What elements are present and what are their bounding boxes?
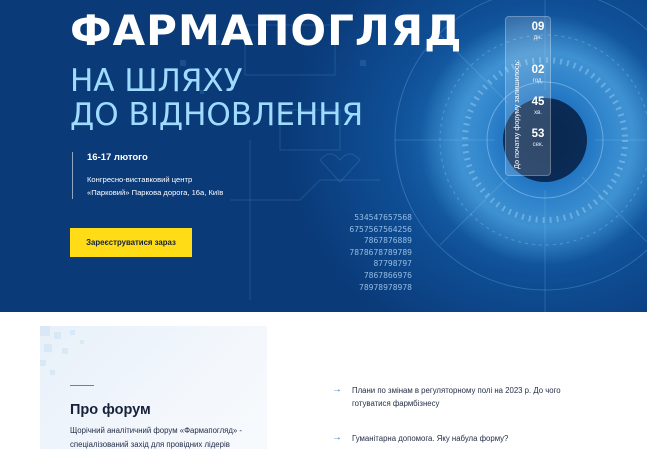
countdown-days: 09 дн. — [526, 21, 550, 42]
arrow-right-icon: → — [332, 384, 342, 395]
event-venue-line-1: Конгресно-виставковий центр — [87, 175, 193, 184]
topic-item[interactable]: → Гуманітарна допомога. Яку набула форму… — [332, 432, 582, 445]
about-accent-line — [70, 385, 94, 386]
event-info: 16-17 лютого Конгресно-виставковий центр… — [72, 152, 223, 199]
decorative-numbers: 534547657568 6757567564256 7867876889 78… — [349, 212, 412, 293]
hero-banner: ФАРМАПОГЛЯД НА ШЛЯХУ ДО ВІДНОВЛЕННЯ 16-1… — [0, 0, 647, 312]
decor-number: 6757567564256 — [349, 224, 412, 234]
about-card: Про форум Щорічний аналітичний форум «Фа… — [40, 326, 267, 449]
subtitle-line-1: НА ШЛЯХУ — [70, 63, 243, 99]
countdown-value: 02 — [531, 64, 545, 76]
event-venue-line-2: «Парковий» Паркова дорога, 16а, Київ — [87, 188, 224, 197]
decor-number: 78978978978 — [359, 282, 412, 292]
decor-number: 87798797 — [373, 259, 412, 269]
register-button[interactable]: Зареєструватися зараз — [70, 228, 192, 257]
countdown-value: 09 — [531, 21, 545, 33]
topics-list: → Плани по змінам в регуляторному полі н… — [332, 384, 582, 449]
page-title: ФАРМАПОГЛЯД — [70, 6, 463, 55]
countdown-hours: 02 год. — [526, 64, 550, 85]
topic-text: Плани по змінам в регуляторному полі на … — [352, 386, 561, 408]
about-text: Щорічний аналітичний форум «Фармапогляд»… — [70, 426, 243, 449]
about-title: Про форум — [70, 402, 151, 418]
countdown-unit: хв. — [534, 110, 542, 116]
countdown-seconds: 53 сек. — [526, 128, 550, 149]
countdown-minutes: 45 хв. — [526, 96, 550, 117]
topic-text: Гуманітарна допомога. Яку набула форму? — [352, 434, 509, 443]
countdown-unit: год. — [532, 78, 544, 84]
hero-subtitle: НА ШЛЯХУ ДО ВІДНОВЛЕННЯ — [70, 64, 363, 132]
countdown-unit: сек. — [532, 142, 544, 148]
decor-number: 7867876889 — [363, 236, 412, 246]
topic-item[interactable]: → Плани по змінам в регуляторному полі н… — [332, 384, 582, 410]
decor-number: 7867866976 — [363, 270, 412, 280]
countdown-value: 53 — [531, 128, 545, 140]
countdown-label: До початку форуму залишилось: — [512, 59, 521, 169]
countdown-unit: дн. — [533, 35, 543, 41]
subtitle-line-2: ДО ВІДНОВЛЕННЯ — [70, 97, 364, 133]
decor-number: 534547657568 — [354, 213, 412, 222]
arrow-right-icon: → — [332, 432, 342, 443]
event-date: 16-17 лютого — [87, 152, 148, 163]
countdown-timer: До початку форуму залишилось: 09 дн. 02 … — [505, 16, 551, 176]
decor-number: 7878678789789 — [349, 247, 412, 257]
countdown-value: 45 — [531, 96, 545, 108]
